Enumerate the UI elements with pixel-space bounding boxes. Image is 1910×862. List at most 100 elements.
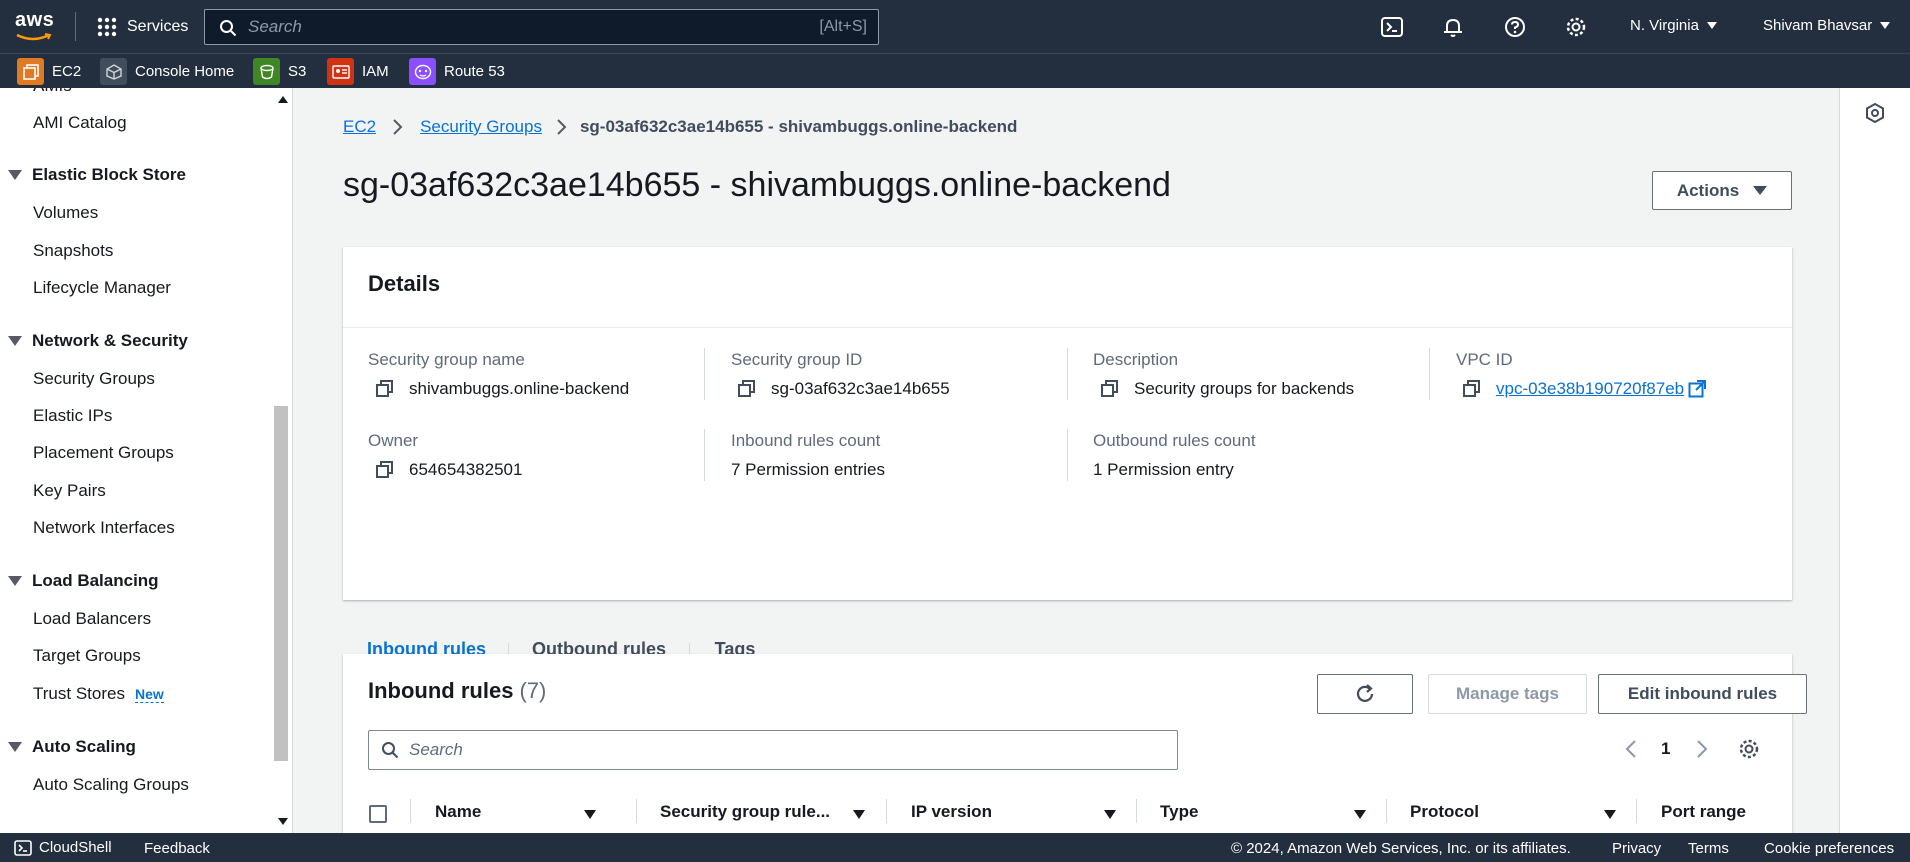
favorite-route-53[interactable]: Route 53 — [409, 54, 505, 89]
column-header-ip-version[interactable]: IP version — [911, 802, 992, 822]
copy-icon[interactable] — [1100, 379, 1120, 399]
scroll-down-icon[interactable] — [278, 818, 288, 825]
s3-icon — [253, 58, 280, 85]
sidebar-item-target-groups[interactable]: Target Groups — [33, 646, 141, 666]
search-placeholder: Search — [248, 17, 302, 36]
console-home-icon — [100, 58, 127, 85]
favorite-console-home[interactable]: Console Home — [100, 54, 234, 89]
preferences-gear-icon[interactable] — [1738, 738, 1760, 760]
smile-icon — [16, 33, 52, 41]
sidebar-item-amis[interactable]: AMIs — [33, 88, 72, 96]
favorite-s3[interactable]: S3 — [253, 54, 306, 89]
sidebar-item-elastic-ips[interactable]: Elastic IPs — [33, 406, 112, 426]
sidebar-item-security-groups[interactable]: Security Groups — [33, 369, 155, 389]
cookie-preferences-link[interactable]: Cookie preferences — [1764, 840, 1894, 857]
search-icon — [220, 20, 237, 37]
sort-caret-icon[interactable] — [1604, 810, 1616, 819]
breadcrumb-security-groups[interactable]: Security Groups — [420, 117, 542, 137]
services-menu[interactable]: Services — [97, 14, 188, 40]
sidebar-section-auto-scaling[interactable]: Auto Scaling — [8, 737, 136, 757]
column-header-protocol[interactable]: Protocol — [1410, 802, 1479, 822]
pagination-page[interactable]: 1 — [1661, 739, 1670, 759]
sort-caret-icon[interactable] — [1354, 810, 1366, 819]
favorite-ec2[interactable]: EC2 — [17, 54, 81, 89]
security-group-name-value: shivambuggs.online-backend — [375, 379, 629, 399]
inbound-rules-title: Inbound rules (7) — [368, 678, 547, 703]
details-title: Details — [368, 271, 441, 296]
sidebar-item-placement-groups[interactable]: Placement Groups — [33, 443, 174, 463]
copyright-text: © 2024, Amazon Web Services, Inc. or its… — [1231, 840, 1571, 857]
select-all-checkbox[interactable] — [369, 805, 387, 823]
notifications-button[interactable] — [1438, 12, 1468, 42]
vpc-id-label: VPC ID — [1456, 350, 1513, 369]
scroll-up-icon[interactable] — [278, 96, 288, 103]
column-header-name[interactable]: Name — [435, 802, 481, 822]
edit-inbound-rules-button[interactable]: Edit inbound rules — [1598, 674, 1807, 714]
sidebar-item-volumes[interactable]: Volumes — [33, 203, 98, 223]
sidebar-item-snapshots[interactable]: Snapshots — [33, 241, 113, 261]
pagination-next-icon[interactable] — [1696, 739, 1708, 759]
cloudshell-button[interactable] — [1377, 12, 1407, 42]
account-menu[interactable]: Shivam Bhavsar — [1763, 17, 1891, 34]
sidebar-item-ami-catalog[interactable]: AMI Catalog — [33, 113, 127, 133]
sort-caret-icon[interactable] — [1104, 810, 1116, 819]
terms-link[interactable]: Terms — [1688, 840, 1729, 857]
new-badge: New — [134, 685, 164, 703]
vpc-id-link[interactable]: vpc-03e38b190720f87eb — [1496, 379, 1684, 399]
copy-icon[interactable] — [737, 379, 757, 399]
actions-button[interactable]: Actions — [1652, 171, 1792, 210]
privacy-link[interactable]: Privacy — [1612, 840, 1661, 857]
help-icon — [1505, 17, 1525, 37]
sidebar-item-load-balancers[interactable]: Load Balancers — [33, 609, 151, 629]
sidebar-section-network-security[interactable]: Network & Security — [8, 331, 188, 351]
settings-button[interactable] — [1561, 12, 1591, 42]
security-group-id-value: sg-03af632c3ae14b655 — [737, 379, 950, 399]
breadcrumb: EC2 Security Groups sg-03af632c3ae14b655… — [343, 117, 1017, 137]
column-header-security-group-rule[interactable]: Security group rule... — [660, 802, 830, 822]
caret-down-icon — [8, 336, 22, 346]
sidebar-item-trust-stores[interactable]: Trust Stores New — [33, 684, 164, 704]
manage-tags-button[interactable]: Manage tags — [1428, 674, 1587, 714]
refresh-button[interactable] — [1317, 674, 1413, 714]
footer: CloudShell Feedback © 2024, Amazon Web S… — [0, 833, 1910, 862]
refresh-icon — [1356, 684, 1374, 702]
gear-icon — [1566, 17, 1586, 37]
copy-icon[interactable] — [1462, 379, 1482, 399]
favorite-iam[interactable]: IAM — [327, 54, 389, 89]
pagination-previous-icon[interactable] — [1625, 739, 1637, 759]
breadcrumb-ec2[interactable]: EC2 — [343, 117, 376, 137]
outbound-rules-count-value: 1 Permission entry — [1093, 460, 1234, 479]
external-link-icon[interactable] — [1688, 380, 1707, 398]
column-header-type[interactable]: Type — [1160, 802, 1198, 822]
aws-logo[interactable]: aws — [15, 9, 55, 43]
sidebar-item-network-interfaces[interactable]: Network Interfaces — [33, 518, 175, 538]
page-title: sg-03af632c3ae14b655 - shivambuggs.onlin… — [343, 166, 1171, 204]
sidebar-item-lifecycle-manager[interactable]: Lifecycle Manager — [33, 278, 171, 298]
security-group-id-label: Security group ID — [731, 350, 863, 369]
sidebar-item-key-pairs[interactable]: Key Pairs — [33, 481, 106, 501]
global-search[interactable]: Search [Alt+S] — [204, 9, 879, 45]
sidebar-item-auto-scaling-groups[interactable]: Auto Scaling Groups — [33, 775, 189, 795]
sidebar-scrollbar[interactable] — [273, 88, 293, 833]
sort-caret-icon[interactable] — [853, 810, 865, 819]
owner-label: Owner — [368, 431, 419, 450]
sidebar-section-load-balancing[interactable]: Load Balancing — [8, 571, 159, 591]
cloudshell-footer-button[interactable]: CloudShell — [14, 839, 112, 856]
description-value: Security groups for backends — [1100, 379, 1354, 399]
sidebar-section-elastic-block-store[interactable]: Elastic Block Store — [8, 165, 186, 185]
search-shortcut: [Alt+S] — [819, 18, 867, 35]
chevron-right-icon — [557, 119, 567, 135]
inbound-search-input[interactable]: Search — [368, 730, 1178, 770]
region-selector[interactable]: N. Virginia — [1630, 17, 1717, 34]
help-button[interactable] — [1500, 12, 1530, 42]
column-header-port-range[interactable]: Port range — [1661, 802, 1746, 822]
copy-icon[interactable] — [375, 379, 395, 399]
inbound-search-placeholder: Search — [409, 740, 463, 759]
copy-icon[interactable] — [375, 460, 395, 480]
info-panel-icon[interactable] — [1865, 103, 1885, 123]
feedback-link[interactable]: Feedback — [144, 840, 210, 857]
scrollbar-thumb[interactable] — [274, 406, 288, 761]
sort-caret-icon[interactable] — [584, 810, 596, 819]
search-icon — [382, 742, 399, 759]
caret-down-icon — [8, 576, 22, 586]
